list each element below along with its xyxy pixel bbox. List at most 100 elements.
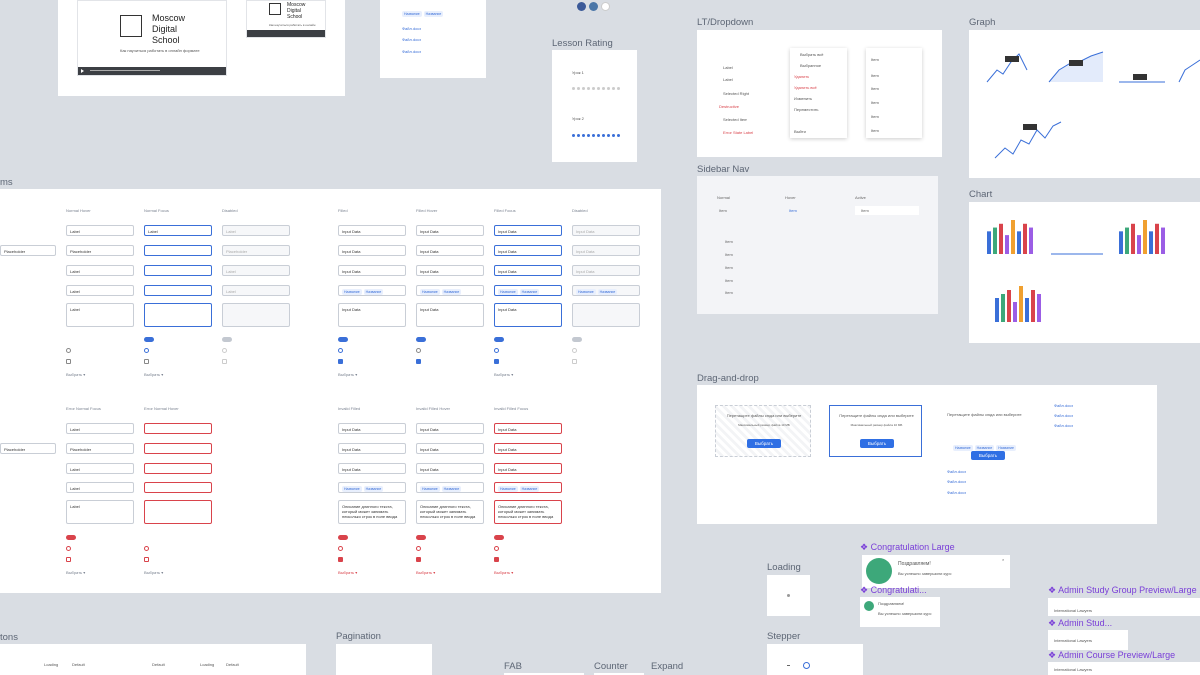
tag-input-error[interactable]: Label [66,482,134,493]
tag-input-invalid[interactable]: Название Название [338,482,406,493]
checkbox-error-checked[interactable] [338,557,343,562]
select-invalid[interactable]: Input Data [338,463,406,474]
tag-input-focus[interactable] [144,285,212,296]
chip[interactable]: Название [441,289,462,295]
radio[interactable] [416,348,421,353]
file-row[interactable]: Файл.docx [1054,423,1073,428]
toggle-disabled[interactable] [572,337,582,342]
social-facebook-icon[interactable] [577,2,586,11]
select-filled-disabled[interactable]: Input Data [572,265,640,276]
menu-item[interactable]: Item [871,86,879,91]
dropdown-link[interactable]: Выбрать ▾ [416,570,435,575]
text-input-invalid-hover[interactable]: Input Data [416,423,484,434]
radio-error[interactable] [416,546,421,551]
dropdown-link[interactable]: Выбрать ▾ [66,372,85,377]
chip[interactable]: Название [342,289,362,295]
checkbox[interactable] [222,359,227,364]
chip[interactable]: Название [420,289,440,295]
toggle-error[interactable] [66,535,76,540]
sidebar-item-active[interactable]: Item [855,206,919,215]
radio[interactable] [222,348,227,353]
rating-dots-empty[interactable] [572,87,622,90]
sidebar-item[interactable]: Item [725,265,733,270]
chip[interactable]: Название [576,289,596,295]
textarea[interactable]: Label [66,303,134,327]
video-control-bar-small[interactable] [247,30,325,37]
list-item[interactable]: Файл.docx [402,49,421,54]
select[interactable]: Label [66,265,134,276]
radio-error[interactable] [338,546,343,551]
menu-item[interactable]: Item [871,73,879,78]
file-row[interactable]: Файл.docx [947,469,966,474]
menu-item[interactable]: Выбранное [800,63,821,68]
chip[interactable]: Название [519,289,540,295]
chip[interactable]: Название [363,486,384,492]
tag-input-filled[interactable]: Название Название [416,285,484,296]
text-input-filled[interactable]: Input Data [338,225,406,236]
radio[interactable] [144,348,149,353]
congrat-small-card[interactable]: Поздравляем! Вы успешно завершили курс [860,597,940,627]
chip[interactable]: Название [519,486,540,492]
menu-item[interactable]: Изменить [794,96,812,101]
search-input-error-focus[interactable] [144,443,212,454]
checkbox[interactable] [572,359,577,364]
textarea-filled[interactable]: Input Data [416,303,484,327]
textarea-invalid[interactable]: Описание длинного текста, который может … [338,500,406,524]
text-input[interactable]: Label [66,225,134,236]
text-input-error[interactable]: Label [66,423,134,434]
tag-input-filled-focus[interactable]: Название Название [494,285,562,296]
select-invalid-focus[interactable]: Input Data [494,463,562,474]
text-input-filled-hover[interactable]: Input Data [416,225,484,236]
chip[interactable]: Название [423,11,444,17]
checkbox-error[interactable] [144,557,149,562]
dropdown-link[interactable]: Выбрать ▾ [494,372,513,377]
radio-error[interactable] [494,546,499,551]
toggle-error[interactable] [494,535,504,540]
checkbox-checked[interactable] [416,359,421,364]
search-input-error[interactable]: Placeholder [66,443,134,454]
dropdown-menu-open[interactable]: Выбрать всё Выбранное Удалить Удалить вс… [790,48,847,138]
menu-item[interactable]: Выйти [794,129,806,134]
select-error[interactable]: Label [66,463,134,474]
dropdown-list-item[interactable]: Destructive [719,104,739,109]
search-input[interactable]: Placeholder [66,245,134,256]
stepper-plus-icon[interactable] [803,662,810,669]
sidebar-item[interactable]: Item [725,290,733,295]
congrat-large-card[interactable]: Поздравляем! Вы успешно завершили курс × [862,555,1010,588]
search-input-filled-focus[interactable]: Input Data [494,245,562,256]
sidebar-item[interactable]: Item [725,239,733,244]
dropdown-link[interactable]: Выбрать ▾ [144,570,163,575]
text-input-disabled[interactable]: Label [222,225,290,236]
rating-dots-filled[interactable] [572,134,622,137]
list-item[interactable]: Файл.docx [402,26,421,31]
search-input-invalid[interactable]: Input Data [416,443,484,454]
play-icon[interactable] [81,69,84,73]
toggle[interactable] [494,337,504,342]
dropdown-list-item[interactable]: Error State Label [723,130,753,135]
text-input-error-focus[interactable] [144,423,212,434]
radio[interactable] [338,348,343,353]
checkbox[interactable] [144,359,149,364]
textarea-invalid[interactable]: Описание длинного текста, который может … [416,500,484,524]
upload-button[interactable]: Выбрать [860,439,894,448]
checkbox-checked[interactable] [338,359,343,364]
radio[interactable] [494,348,499,353]
checkbox-error[interactable] [66,557,71,562]
dropdown-link[interactable]: Выбрать ▾ [338,372,357,377]
search-input-disabled[interactable]: Placeholder [222,245,290,256]
tag-input-invalid[interactable]: Название Название [416,482,484,493]
toggle[interactable] [416,337,426,342]
list-item[interactable]: Файл.docx [402,37,421,42]
textarea-focus[interactable] [144,303,212,327]
chip[interactable]: Название [420,486,440,492]
select-focus[interactable] [144,265,212,276]
textarea-filled-focus[interactable]: Input Data [494,303,562,327]
text-input-invalid-focus[interactable]: Input Data [494,423,562,434]
tag-input-invalid-focus[interactable]: Название Название [494,482,562,493]
social-vk-icon[interactable] [589,2,598,11]
social-ok-icon[interactable] [601,2,610,11]
search-input-filled[interactable]: Input Data [416,245,484,256]
video-control-bar[interactable] [78,67,226,75]
select-filled[interactable]: Input Data [416,265,484,276]
text-input-filled-disabled[interactable]: Input Data [572,225,640,236]
